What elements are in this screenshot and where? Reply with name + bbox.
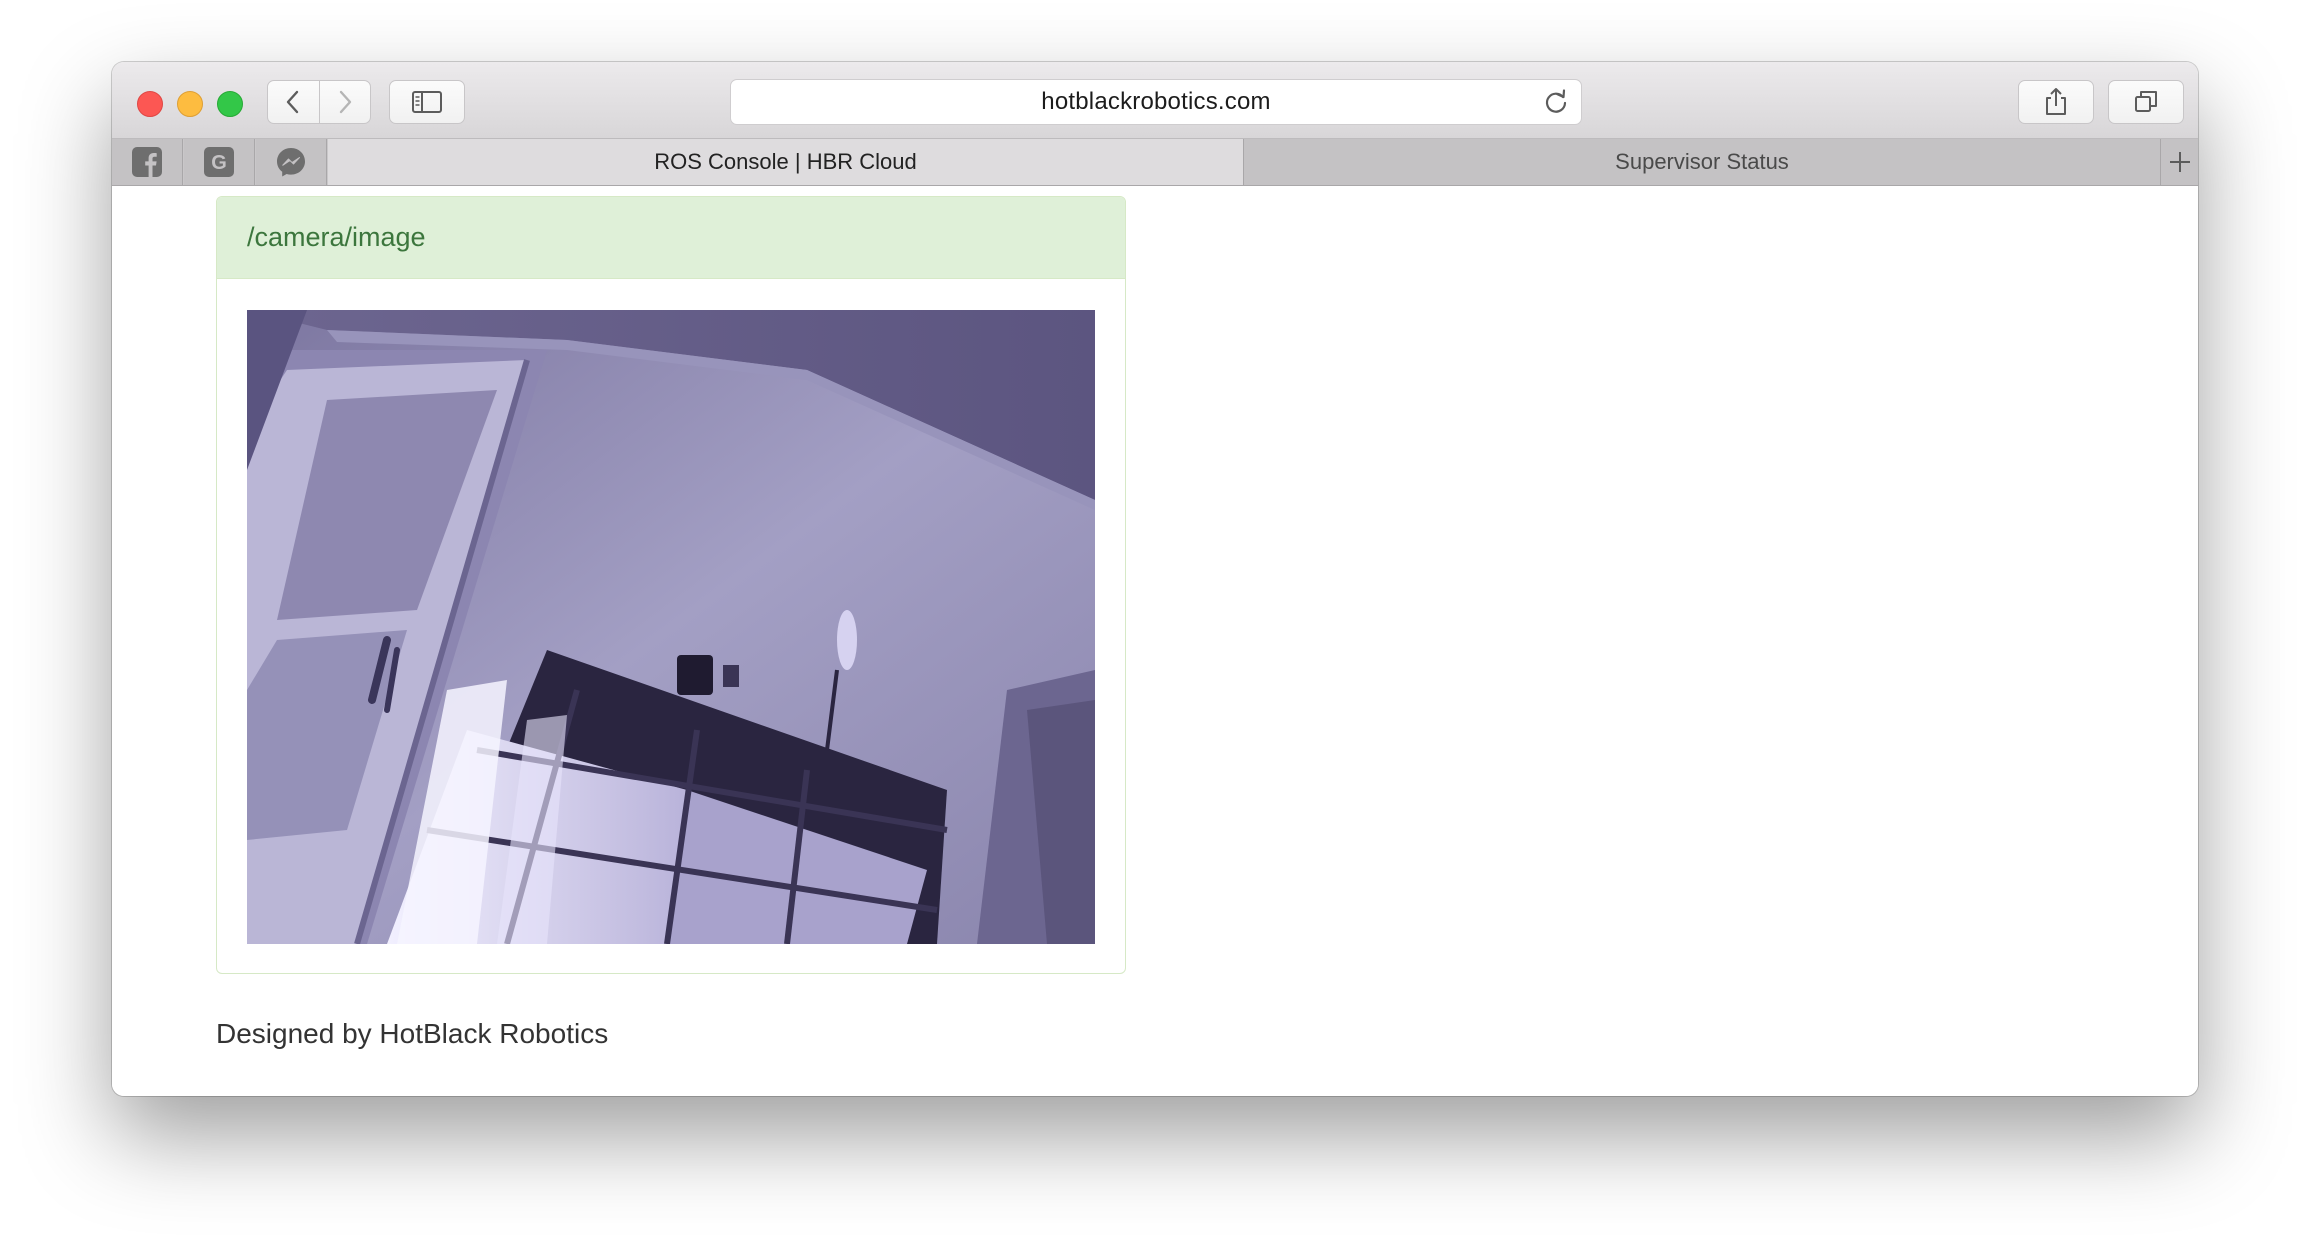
messenger-icon bbox=[277, 148, 305, 177]
share-icon bbox=[2046, 88, 2066, 115]
chevron-right-icon bbox=[339, 90, 351, 114]
share-button[interactable] bbox=[2018, 80, 2094, 124]
reload-icon[interactable] bbox=[1543, 89, 1569, 115]
browser-window: hotblackrobotics.com G ROS Console | HBR… bbox=[112, 62, 2198, 1096]
panel-body bbox=[247, 310, 1095, 944]
tab-label: ROS Console | HBR Cloud bbox=[654, 149, 917, 174]
tab-ros-console[interactable]: ROS Console | HBR Cloud bbox=[328, 139, 1244, 185]
sidebar-toggle-button[interactable] bbox=[389, 80, 465, 124]
new-tab-button[interactable] bbox=[2160, 139, 2198, 185]
browser-toolbar: hotblackrobotics.com bbox=[112, 62, 2198, 139]
google-icon: G bbox=[204, 147, 234, 177]
pinned-tab-messenger[interactable] bbox=[256, 139, 327, 185]
back-button[interactable] bbox=[268, 81, 319, 123]
close-window-button[interactable] bbox=[137, 91, 163, 117]
sidebar-icon bbox=[412, 91, 442, 113]
show-tabs-button[interactable] bbox=[2108, 80, 2184, 124]
camera-panel: /camera/image bbox=[216, 196, 1126, 974]
forward-button[interactable] bbox=[318, 81, 371, 123]
panel-heading: /camera/image bbox=[217, 197, 1125, 279]
address-bar[interactable]: hotblackrobotics.com bbox=[730, 79, 1582, 125]
tab-label: Supervisor Status bbox=[1615, 149, 1789, 174]
zoom-window-button[interactable] bbox=[217, 91, 243, 117]
footer-credit: Designed by HotBlack Robotics bbox=[216, 1018, 609, 1049]
tab-supervisor-status[interactable]: Supervisor Status bbox=[1244, 139, 2160, 185]
desktop: hotblackrobotics.com G ROS Console | HBR… bbox=[0, 0, 2310, 1258]
camera-feed-image bbox=[247, 310, 1095, 944]
pinned-tab-facebook[interactable] bbox=[112, 139, 183, 185]
panel-title: /camera/image bbox=[247, 222, 426, 252]
pinned-tab-google[interactable]: G bbox=[184, 139, 255, 185]
navigation-buttons bbox=[267, 80, 371, 124]
page-content: /camera/image Designed by HotBlack Robot… bbox=[112, 186, 2198, 1096]
tabs-overview-icon bbox=[2135, 91, 2157, 112]
facebook-icon bbox=[132, 147, 162, 177]
plus-icon bbox=[2169, 152, 2190, 172]
tab-bar: G ROS Console | HBR Cloud Supervisor Sta… bbox=[112, 139, 2198, 186]
minimize-window-button[interactable] bbox=[177, 91, 203, 117]
svg-text:G: G bbox=[211, 152, 227, 174]
url-text: hotblackrobotics.com bbox=[1041, 88, 1271, 115]
chevron-left-icon bbox=[287, 90, 299, 114]
